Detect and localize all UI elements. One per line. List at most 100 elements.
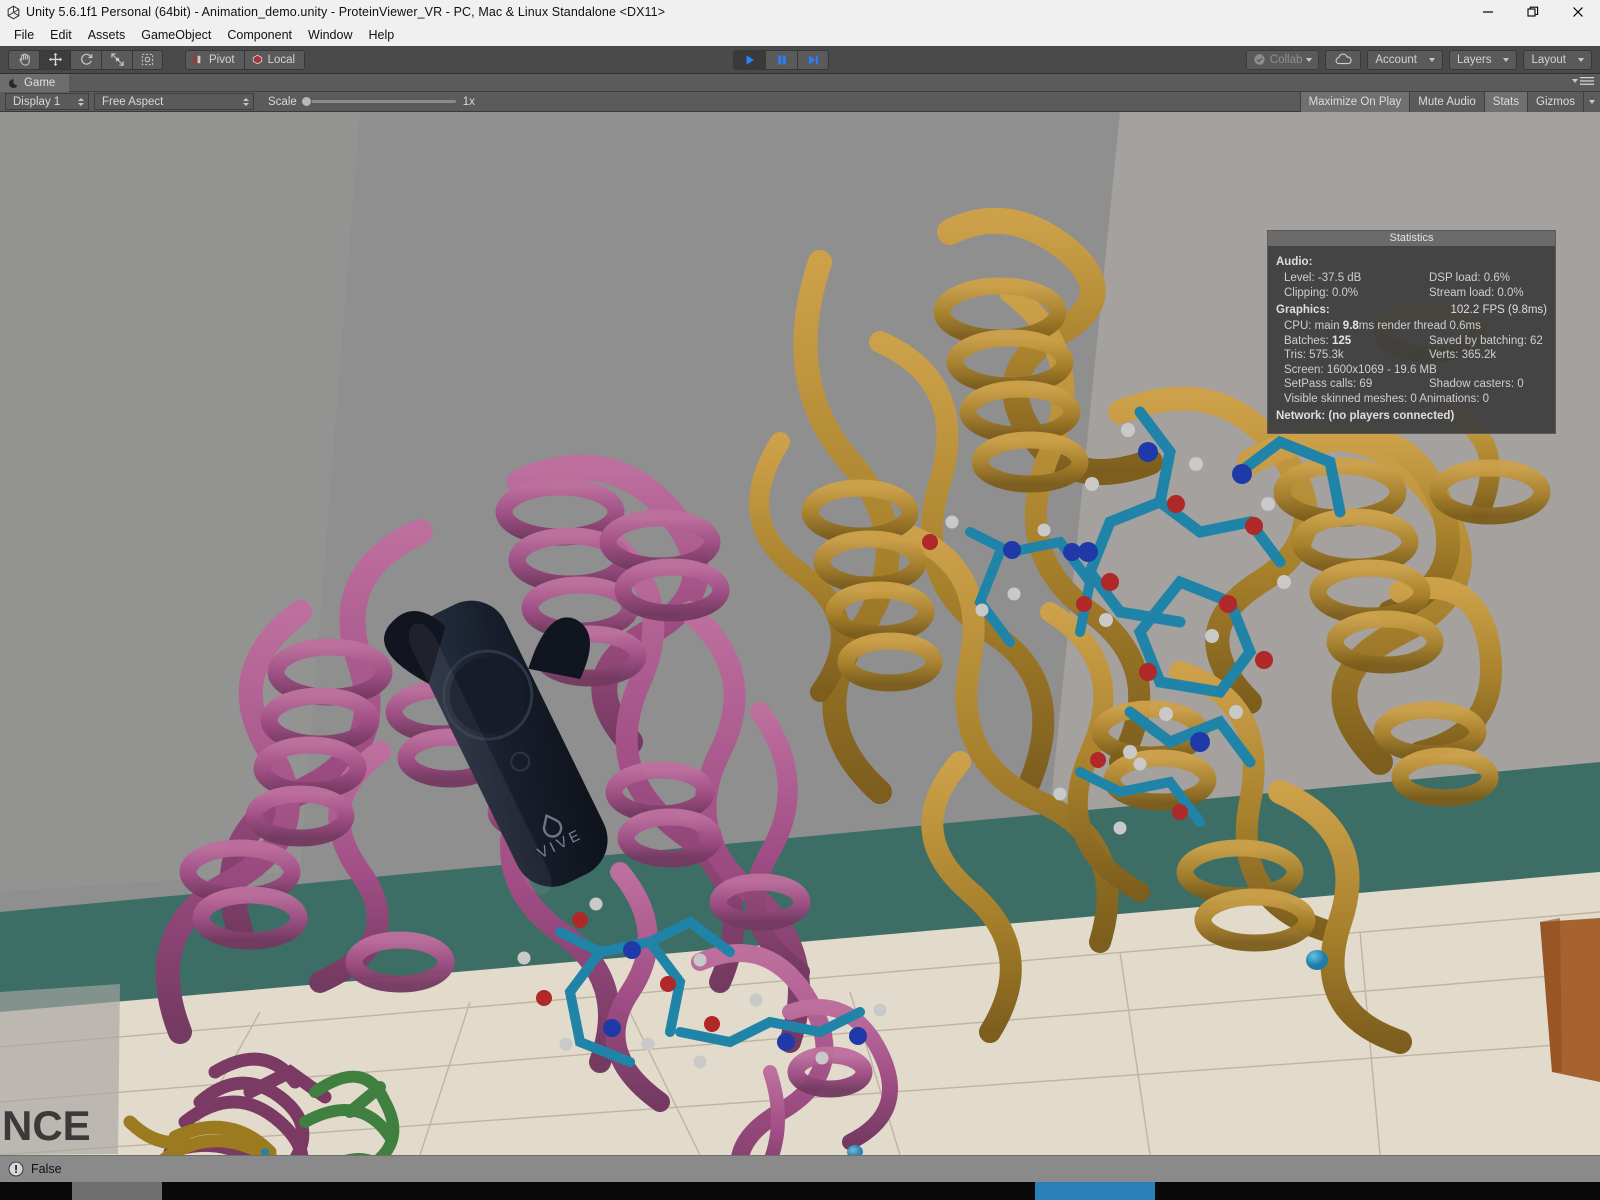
- local-label: Local: [267, 53, 296, 66]
- cloud-services-button[interactable]: [1325, 49, 1362, 70]
- statistics-cpu-prefix: CPU: main: [1284, 320, 1343, 332]
- collab-label: Collab: [1269, 53, 1303, 66]
- taskbar-active-segment[interactable]: [1035, 1182, 1155, 1200]
- collab-button[interactable]: Collab: [1245, 49, 1320, 70]
- account-dropdown[interactable]: Account: [1367, 49, 1443, 70]
- statistics-setpass: SetPass calls: 69: [1284, 378, 1373, 390]
- tab-game[interactable]: Game: [0, 74, 70, 92]
- chevron-down-icon: [1306, 57, 1313, 62]
- statistics-panel: Statistics Audio: Level: -37.5 dB DSP lo…: [1267, 230, 1556, 434]
- statistics-graphics-heading: Graphics: 102.2 FPS (9.8ms): [1276, 304, 1547, 316]
- statistics-batches-prefix: Batches:: [1284, 334, 1332, 347]
- menu-edit[interactable]: Edit: [42, 26, 80, 44]
- chevron-down-icon: [1589, 100, 1595, 104]
- menu-assets[interactable]: Assets: [80, 26, 134, 44]
- gizmos-dropdown-arrow[interactable]: [1583, 92, 1600, 112]
- window-title: Unity 5.6.1f1 Personal (64bit) - Animati…: [26, 5, 666, 19]
- info-icon: [8, 1161, 24, 1177]
- statistics-skinned-meshes: Visible skinned meshes: 0 Animations: 0: [1284, 392, 1489, 405]
- statistics-cpu-suffix: ms render thread 0.6ms: [1358, 320, 1481, 332]
- display-label: Display 1: [13, 95, 61, 108]
- pivot-toggle[interactable]: Pivot: [185, 49, 244, 70]
- move-tool-button[interactable]: [39, 49, 70, 70]
- scale-slider[interactable]: [300, 96, 456, 107]
- window-controls: [1465, 0, 1600, 24]
- local-toggle[interactable]: Local: [243, 49, 306, 70]
- statistics-title: Statistics: [1268, 231, 1555, 246]
- menu-gameobject[interactable]: GameObject: [133, 26, 219, 44]
- status-bar[interactable]: False: [0, 1155, 1600, 1182]
- menu-component[interactable]: Component: [219, 26, 300, 44]
- aspect-label: Free Aspect: [102, 95, 164, 108]
- tab-game-label: Game: [24, 77, 56, 89]
- panel-menu-button[interactable]: [1572, 76, 1594, 86]
- menu-bar: File Edit Assets GameObject Component Wi…: [0, 24, 1600, 46]
- statistics-audio-clipping: Clipping: 0.0%: [1284, 286, 1359, 299]
- maximize-on-play-button[interactable]: Maximize On Play: [1299, 92, 1410, 112]
- statistics-cpu: CPU: main 9.8ms render thread 0.6ms: [1276, 319, 1547, 334]
- gizmos-button[interactable]: Gizmos: [1527, 92, 1583, 112]
- panel-tab-row: Game: [0, 74, 1600, 92]
- display-dropdown[interactable]: Display 1: [5, 93, 89, 110]
- play-button[interactable]: [733, 49, 765, 70]
- statistics-cpu-main: 9.8: [1342, 320, 1359, 332]
- aspect-dropdown[interactable]: Free Aspect: [94, 93, 254, 110]
- statistics-screen: Screen: 1600x1069 - 19.6 MB: [1284, 363, 1437, 376]
- layout-label: Layout: [1531, 53, 1566, 66]
- minimize-button[interactable]: [1465, 0, 1510, 24]
- floor-sphere-marker-3: [1306, 950, 1328, 970]
- chevron-down-icon: [1578, 57, 1584, 62]
- game-view-icon: [9, 78, 18, 88]
- statistics-saved-batching: Saved by batching: 62: [1429, 334, 1543, 347]
- transform-tools: [8, 49, 163, 70]
- game-toolbar-right: Maximize On Play Mute Audio Stats Gizmos: [1299, 92, 1600, 112]
- account-label: Account: [1375, 53, 1417, 66]
- menu-help[interactable]: Help: [360, 26, 402, 44]
- title-bar: Unity 5.6.1f1 Personal (64bit) - Animati…: [0, 0, 1600, 24]
- toolbar-right-group: Collab Account Layers Layout: [1245, 49, 1592, 70]
- editor-toolbar: Pivot Local Collab Account Layers Layout: [0, 46, 1600, 74]
- pivot-label: Pivot: [209, 53, 235, 66]
- scene-wall-text: NCE: [2, 1102, 91, 1149]
- rotate-tool-button[interactable]: [70, 49, 101, 70]
- statistics-audio-level: Level: -37.5 dB: [1284, 272, 1362, 284]
- layers-dropdown[interactable]: Layers: [1448, 49, 1518, 70]
- scale-label: Scale: [268, 95, 297, 108]
- chevron-updown-icon: [243, 97, 249, 106]
- stats-button[interactable]: Stats: [1483, 92, 1528, 112]
- os-taskbar: [0, 1182, 1600, 1200]
- menu-file[interactable]: File: [6, 26, 42, 44]
- statistics-batches: Batches: 125: [1284, 334, 1429, 349]
- statistics-graphics-label: Graphics:: [1276, 304, 1330, 316]
- statistics-tris: Tris: 575.3k: [1284, 349, 1344, 361]
- statistics-network: Network: (no players connected): [1276, 410, 1455, 422]
- restore-button[interactable]: [1510, 0, 1555, 24]
- statistics-audio-heading: Audio:: [1276, 256, 1313, 268]
- chevron-updown-icon: [78, 97, 84, 106]
- unity-icon: [0, 0, 26, 24]
- close-button[interactable]: [1555, 0, 1600, 24]
- scale-control: Scale 1x: [268, 96, 475, 108]
- layers-label: Layers: [1456, 53, 1492, 66]
- game-view-render[interactable]: NCE VIVE Statistics Audio: Level: -37.5 …: [0, 112, 1600, 1155]
- step-button[interactable]: [797, 49, 829, 70]
- menu-window[interactable]: Window: [300, 26, 360, 44]
- statistics-verts: Verts: 365.2k: [1429, 349, 1497, 361]
- chevron-down-icon: [1428, 57, 1435, 62]
- scale-tool-button[interactable]: [101, 49, 132, 70]
- unity-editor-window: Unity 5.6.1f1 Personal (64bit) - Animati…: [0, 0, 1600, 1200]
- game-view-toolbar: Display 1 Free Aspect Scale 1x Maximize …: [0, 92, 1600, 112]
- scale-slider-knob[interactable]: [300, 96, 312, 107]
- statistics-fps: 102.2 FPS (9.8ms): [1450, 304, 1547, 316]
- playback-controls: [733, 49, 829, 70]
- statistics-audio-stream: Stream load: 0.0%: [1429, 286, 1524, 299]
- hand-tool-button[interactable]: [8, 49, 39, 70]
- taskbar-segment[interactable]: [72, 1182, 162, 1200]
- layout-dropdown[interactable]: Layout: [1523, 49, 1592, 70]
- scale-value: 1x: [462, 95, 475, 108]
- statistics-audio-dsp: DSP load: 0.6%: [1429, 272, 1510, 284]
- status-message: False: [31, 1162, 62, 1176]
- mute-audio-button[interactable]: Mute Audio: [1409, 92, 1484, 112]
- rect-tool-button[interactable]: [132, 49, 163, 70]
- pause-button[interactable]: [765, 49, 797, 70]
